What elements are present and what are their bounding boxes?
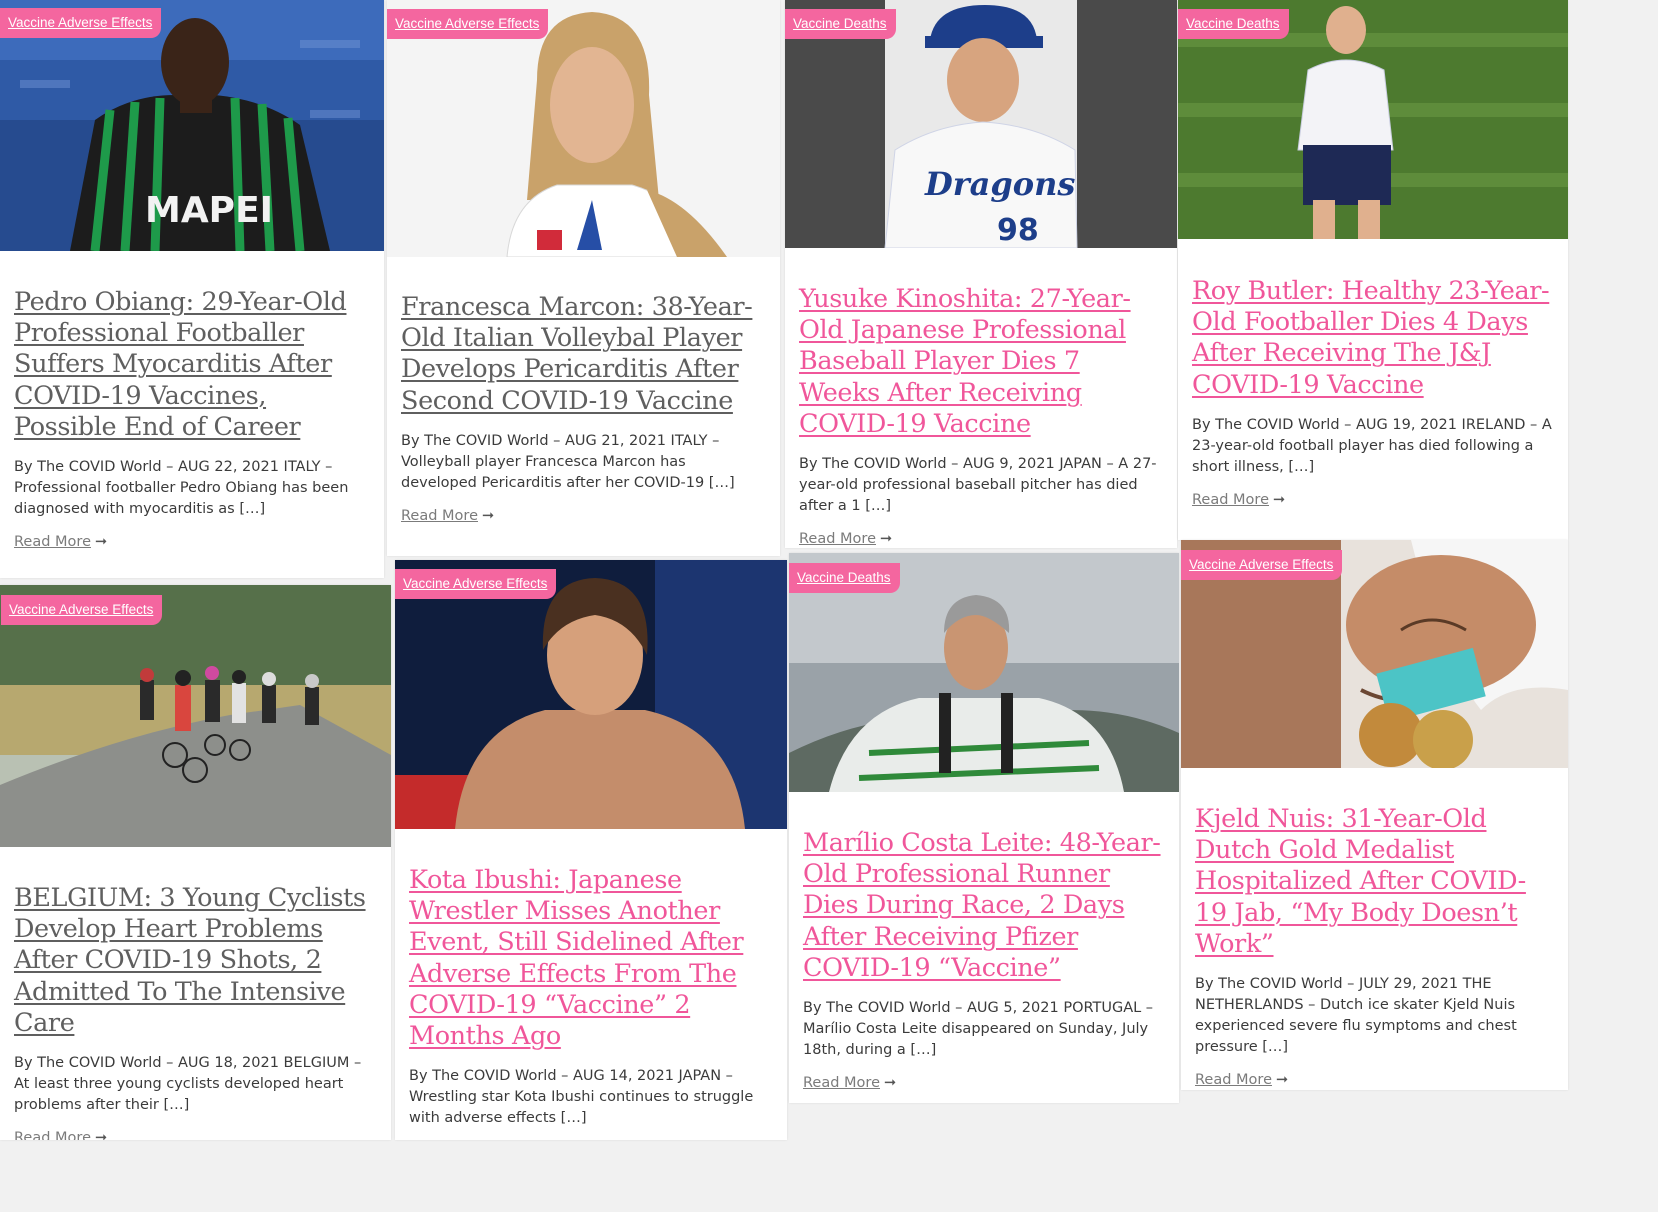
svg-text:MAPEI: MAPEI — [145, 190, 273, 231]
post-card: Vaccine Adverse Effects Kota Ibushi: Jap… — [395, 560, 787, 1140]
category-badge[interactable]: Vaccine Adverse Effects — [395, 569, 557, 599]
arrow-right-icon: ➞ — [1273, 491, 1286, 508]
post-card: Vaccine Adverse Effects Kjeld Nuis: 31-Y… — [1181, 540, 1568, 1090]
post-title-link[interactable]: Pedro Obiang: 29-Year-Old Professional F… — [14, 287, 370, 443]
arrow-right-icon: ➞ — [1276, 1072, 1289, 1089]
post-thumbnail-volleyball-player[interactable] — [387, 0, 780, 257]
post-excerpt: By The COVID World – AUG 9, 2021 JAPAN –… — [799, 456, 1157, 515]
post-card: Vaccine Adverse Effects MAPEI Pedro Obia… — [0, 0, 384, 578]
category-badge[interactable]: Vaccine Deaths — [789, 563, 900, 593]
post-title-link[interactable]: Roy Butler: Healthy 23-Year-Old Football… — [1192, 276, 1554, 401]
read-more-label: Read More — [799, 531, 876, 548]
post-card: Vaccine Deaths Dragons 98 Yusuke Kinoshi… — [785, 0, 1177, 548]
read-more-label: Read More — [401, 507, 478, 524]
read-more-link[interactable]: Read More ➞ — [799, 531, 892, 547]
read-more-link[interactable]: Read More ➞ — [1192, 492, 1285, 508]
post-excerpt: By The COVID World – AUG 14, 2021 JAPAN … — [409, 1068, 754, 1127]
read-more-link[interactable]: Read More ➞ — [401, 508, 494, 524]
post-card: Vaccine Deaths Marílio Costa Leite: 48-Y… — [789, 553, 1179, 1103]
category-badge[interactable]: Vaccine Adverse Effects — [387, 9, 549, 39]
post-excerpt: By The COVID World – AUG 5, 2021 PORTUGA… — [803, 1000, 1154, 1059]
read-more-link[interactable]: Read More ➞ — [14, 534, 107, 550]
read-more-link[interactable]: Read More ➞ — [803, 1075, 896, 1091]
arrow-right-icon: ➞ — [95, 534, 108, 551]
post-excerpt: By The COVID World – AUG 22, 2021 ITALY … — [14, 459, 349, 518]
read-more-label: Read More — [14, 534, 91, 551]
read-more-label: Read More — [1195, 1072, 1272, 1089]
post-excerpt: By The COVID World – JULY 29, 2021 THE N… — [1195, 976, 1517, 1056]
post-thumbnail-footballer[interactable]: MAPEI — [0, 0, 384, 251]
post-title-link[interactable]: Kjeld Nuis: 31-Year-Old Dutch Gold Medal… — [1195, 804, 1554, 960]
read-more-label: Read More — [14, 1130, 91, 1140]
post-excerpt: By The COVID World – AUG 19, 2021 IRELAN… — [1192, 416, 1552, 475]
post-title-link[interactable]: Marílio Costa Leite: 48-Year-Old Profess… — [803, 828, 1165, 984]
arrow-right-icon: ➞ — [880, 531, 893, 548]
category-badge[interactable]: Vaccine Adverse Effects — [1181, 550, 1343, 580]
post-title-link[interactable]: Kota Ibushi: Japanese Wrestler Misses An… — [409, 865, 773, 1052]
post-title-link[interactable]: Yusuke Kinoshita: 27-Year-Old Japanese P… — [799, 284, 1163, 440]
category-badge[interactable]: Vaccine Deaths — [785, 9, 896, 39]
read-more-link[interactable]: Read More ➞ — [1195, 1072, 1288, 1088]
post-title-link[interactable]: BELGIUM: 3 Young Cyclists Develop Heart … — [14, 883, 377, 1039]
arrow-right-icon: ➞ — [95, 1130, 108, 1140]
arrow-right-icon: ➞ — [482, 507, 495, 524]
svg-text:98: 98 — [997, 213, 1039, 248]
read-more-link[interactable]: Read More ➞ — [14, 1130, 107, 1140]
svg-text:Dragons: Dragons — [924, 165, 1075, 203]
category-badge[interactable]: Vaccine Deaths — [1178, 9, 1289, 39]
post-excerpt: By The COVID World – AUG 18, 2021 BELGIU… — [14, 1055, 362, 1114]
post-card: Vaccine Adverse Effects BELGIUM: 3 Young… — [0, 585, 391, 1140]
category-badge[interactable]: Vaccine Adverse Effects — [0, 8, 162, 38]
category-badge[interactable]: Vaccine Adverse Effects — [1, 595, 163, 625]
post-excerpt: By The COVID World – AUG 21, 2021 ITALY … — [401, 432, 735, 491]
post-thumbnail-wrestler[interactable] — [395, 560, 787, 829]
post-title-link[interactable]: Francesca Marcon: 38-Year-Old Italian Vo… — [401, 292, 766, 417]
arrow-right-icon: ➞ — [884, 1075, 897, 1092]
read-more-label: Read More — [1192, 491, 1269, 508]
read-more-label: Read More — [803, 1075, 880, 1092]
post-card: Vaccine Deaths Roy Butler: Healthy 23-Ye… — [1178, 0, 1568, 540]
post-card: Vaccine Adverse Effects Francesca Marcon… — [387, 0, 780, 556]
